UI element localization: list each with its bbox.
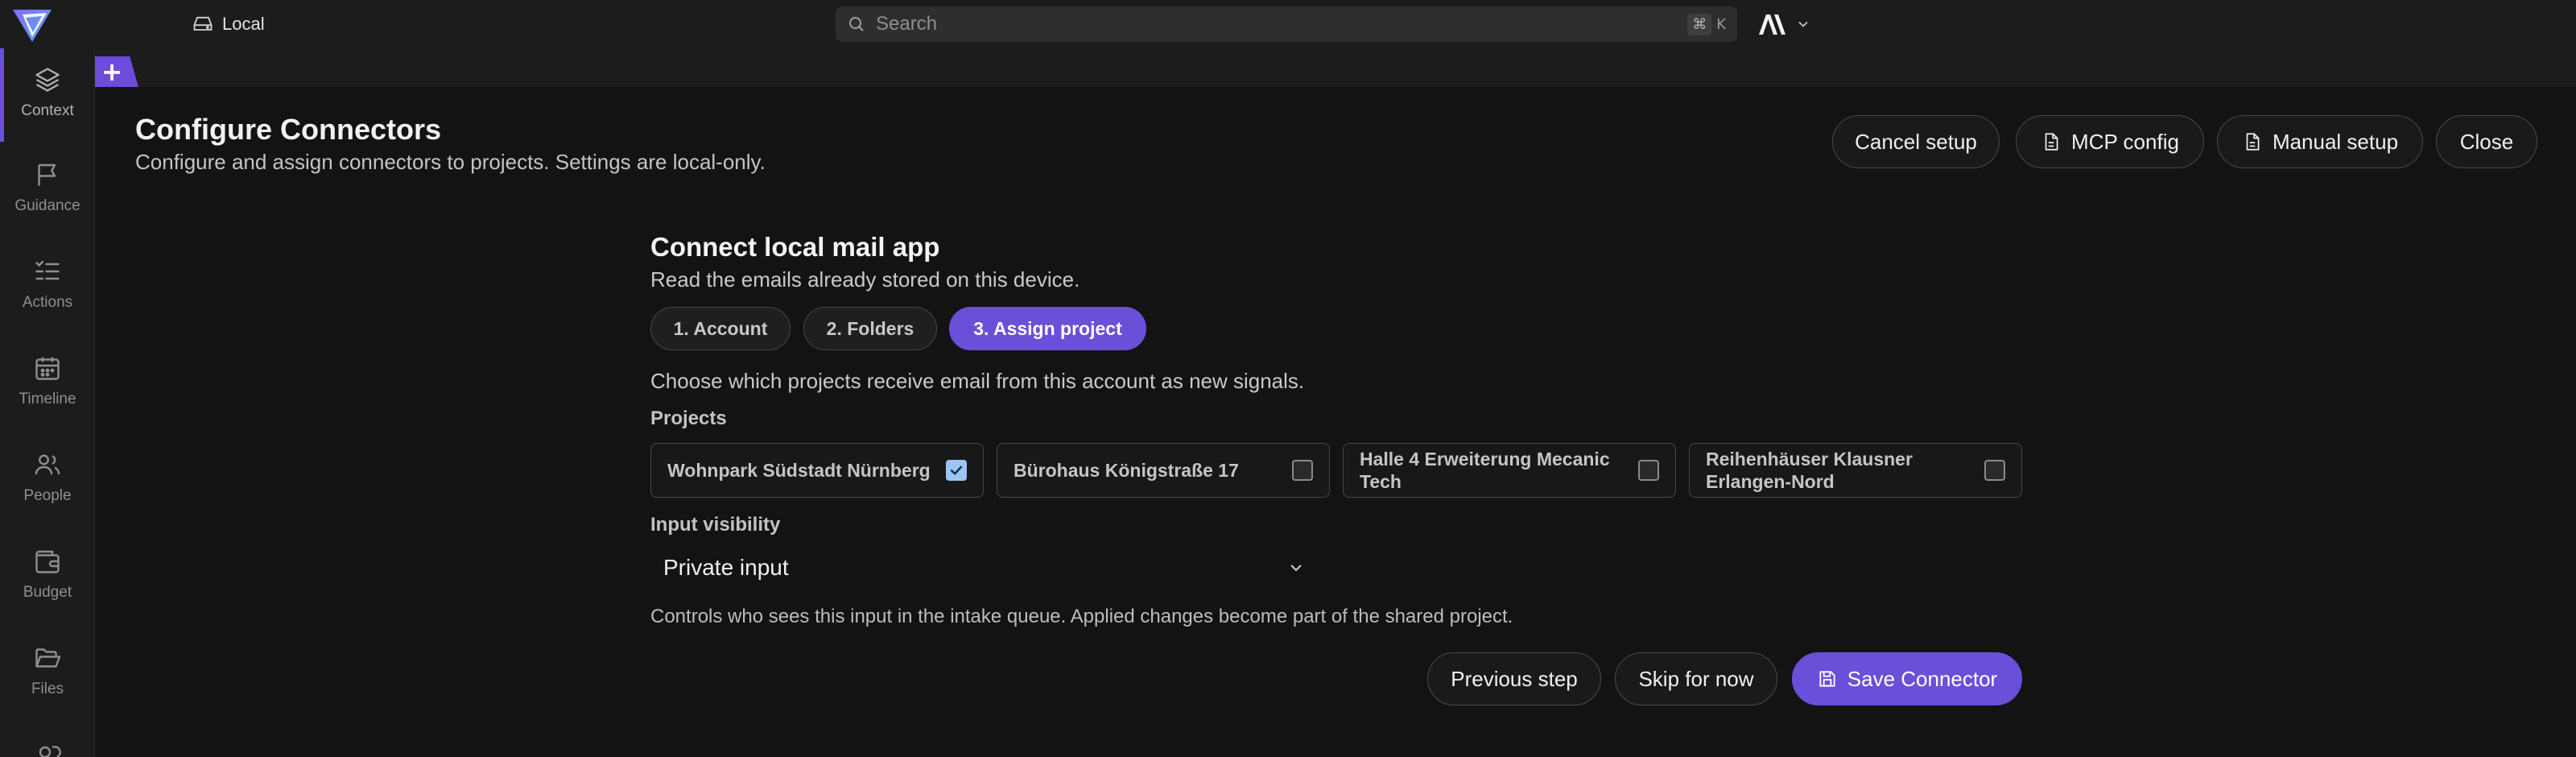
drive-icon: [193, 16, 213, 31]
tab-strip: +: [95, 48, 2576, 87]
manual-setup-label: Manual setup: [2272, 129, 2399, 154]
search-input[interactable]: [876, 13, 1678, 35]
sidebar-item-budget[interactable]: Budget: [0, 530, 95, 618]
sidebar-item-context[interactable]: Context: [0, 48, 95, 142]
project-option-wohnpark[interactable]: Wohnpark Südstadt Nürnberg: [650, 443, 984, 498]
new-tab-button[interactable]: +: [95, 56, 138, 87]
account-menu[interactable]: [1757, 8, 1811, 40]
step-account-tab[interactable]: 1. Account: [650, 307, 791, 350]
sidebar-item-label: People: [23, 487, 72, 504]
mcp-config-label: MCP config: [2071, 129, 2179, 154]
project-checkbox[interactable]: [1984, 460, 2005, 481]
save-connector-button[interactable]: Save Connector: [1792, 652, 2022, 705]
document-icon: [2246, 133, 2260, 151]
checklist-icon: [35, 260, 60, 280]
project-name: Halle 4 Erweiterung Mecanic Tech: [1360, 449, 1610, 492]
project-option-reihenhaeuser[interactable]: Reihenhäuser Klausner Erlangen-Nord: [1689, 443, 2022, 498]
sidebar-item-label: Files: [31, 680, 64, 697]
sidebar-item-timeline[interactable]: Timeline: [0, 337, 95, 425]
k-key: K: [1716, 15, 1726, 33]
check-icon: [950, 465, 963, 475]
project-name: Reihenhäuser Klausner Erlangen-Nord: [1706, 449, 1913, 492]
projects-label: Projects: [650, 407, 727, 429]
sidebar-item-label: Timeline: [19, 391, 76, 407]
close-label: Close: [2459, 129, 2514, 154]
sidebar-item-label: Context: [21, 102, 74, 119]
wizard-subtitle: Read the emails already stored on this d…: [650, 267, 1080, 292]
step-label: 1. Account: [673, 317, 768, 339]
sidebar-item-actions[interactable]: Actions: [0, 240, 95, 329]
cancel-setup-label: Cancel setup: [1855, 129, 1977, 154]
sidebar-item-guidance[interactable]: Guidance: [0, 143, 95, 232]
top-bar: Local ⌘ K: [0, 0, 2576, 48]
project-checkbox-checked[interactable]: [946, 460, 967, 481]
cancel-setup-button[interactable]: Cancel setup: [1832, 115, 2000, 168]
visibility-help-text: Controls who sees this input in the inta…: [650, 606, 1513, 627]
wallet-icon: [35, 550, 60, 573]
workspace-label: Local: [222, 14, 265, 34]
assign-instruction: Choose which projects receive email from…: [650, 369, 1305, 393]
sidebar-item-files[interactable]: Files: [0, 627, 95, 715]
page-title: Configure Connectors: [135, 113, 442, 146]
calendar-icon: [35, 357, 60, 380]
project-checkbox[interactable]: [1638, 460, 1659, 481]
search-bar[interactable]: ⌘ K: [836, 6, 1737, 42]
project-option-halle4[interactable]: Halle 4 Erweiterung Mecanic Tech: [1343, 443, 1676, 498]
previous-step-label: Previous step: [1451, 666, 1578, 691]
plus-icon: +: [101, 56, 123, 87]
input-visibility-label: Input visibility: [650, 514, 781, 536]
more-nav-icon: [39, 746, 61, 757]
search-icon: [849, 17, 864, 31]
close-button[interactable]: Close: [2436, 115, 2537, 168]
sidebar-item-label: Actions: [22, 294, 73, 311]
app-logo-icon[interactable]: [11, 6, 53, 43]
skip-label: Skip for now: [1638, 666, 1754, 691]
command-key: ⌘: [1687, 13, 1712, 35]
search-shortcut: ⌘ K: [1687, 13, 1726, 35]
save-icon: [1819, 671, 1835, 687]
document-icon: [2045, 133, 2058, 151]
sidebar: Context Guidance Actions Timeline People: [0, 48, 95, 757]
project-option-buerohaus[interactable]: Bürohaus Königstraße 17: [997, 443, 1330, 498]
skip-button[interactable]: Skip for now: [1615, 652, 1777, 705]
project-name: Wohnpark Südstadt Nürnberg: [667, 460, 931, 481]
manual-setup-button[interactable]: Manual setup: [2217, 115, 2423, 168]
step-label: 2. Folders: [826, 317, 914, 339]
folder-icon: [35, 648, 61, 668]
selected-visibility: Private input: [663, 555, 789, 580]
sidebar-item-label: Budget: [23, 584, 72, 601]
step-folders-tab[interactable]: 2. Folders: [803, 307, 937, 350]
save-connector-label: Save Connector: [1847, 666, 1998, 691]
sidebar-item-people[interactable]: People: [0, 433, 95, 522]
step-label: 3. Assign project: [973, 317, 1122, 339]
chevron-down-icon: [1290, 565, 1302, 572]
step-assign-project-tab[interactable]: 3. Assign project: [949, 307, 1146, 350]
wizard-title: Connect local mail app: [650, 232, 940, 262]
anthropic-logo-icon: [1759, 14, 1785, 35]
input-visibility-select[interactable]: Private input: [650, 544, 1319, 592]
project-name: Bürohaus Königstraße 17: [1013, 460, 1239, 481]
page-subtitle: Configure and assign connectors to proje…: [135, 150, 766, 174]
workspace-selector[interactable]: Local: [192, 10, 265, 39]
previous-step-button[interactable]: Previous step: [1427, 652, 1601, 705]
flag-icon: [38, 163, 56, 186]
people-icon: [35, 454, 60, 475]
sidebar-item-label: Guidance: [14, 197, 80, 214]
chevron-down-icon: [1798, 21, 1808, 27]
layers-icon: [35, 68, 60, 92]
mcp-config-button[interactable]: MCP config: [2016, 115, 2204, 168]
project-checkbox[interactable]: [1292, 460, 1313, 481]
